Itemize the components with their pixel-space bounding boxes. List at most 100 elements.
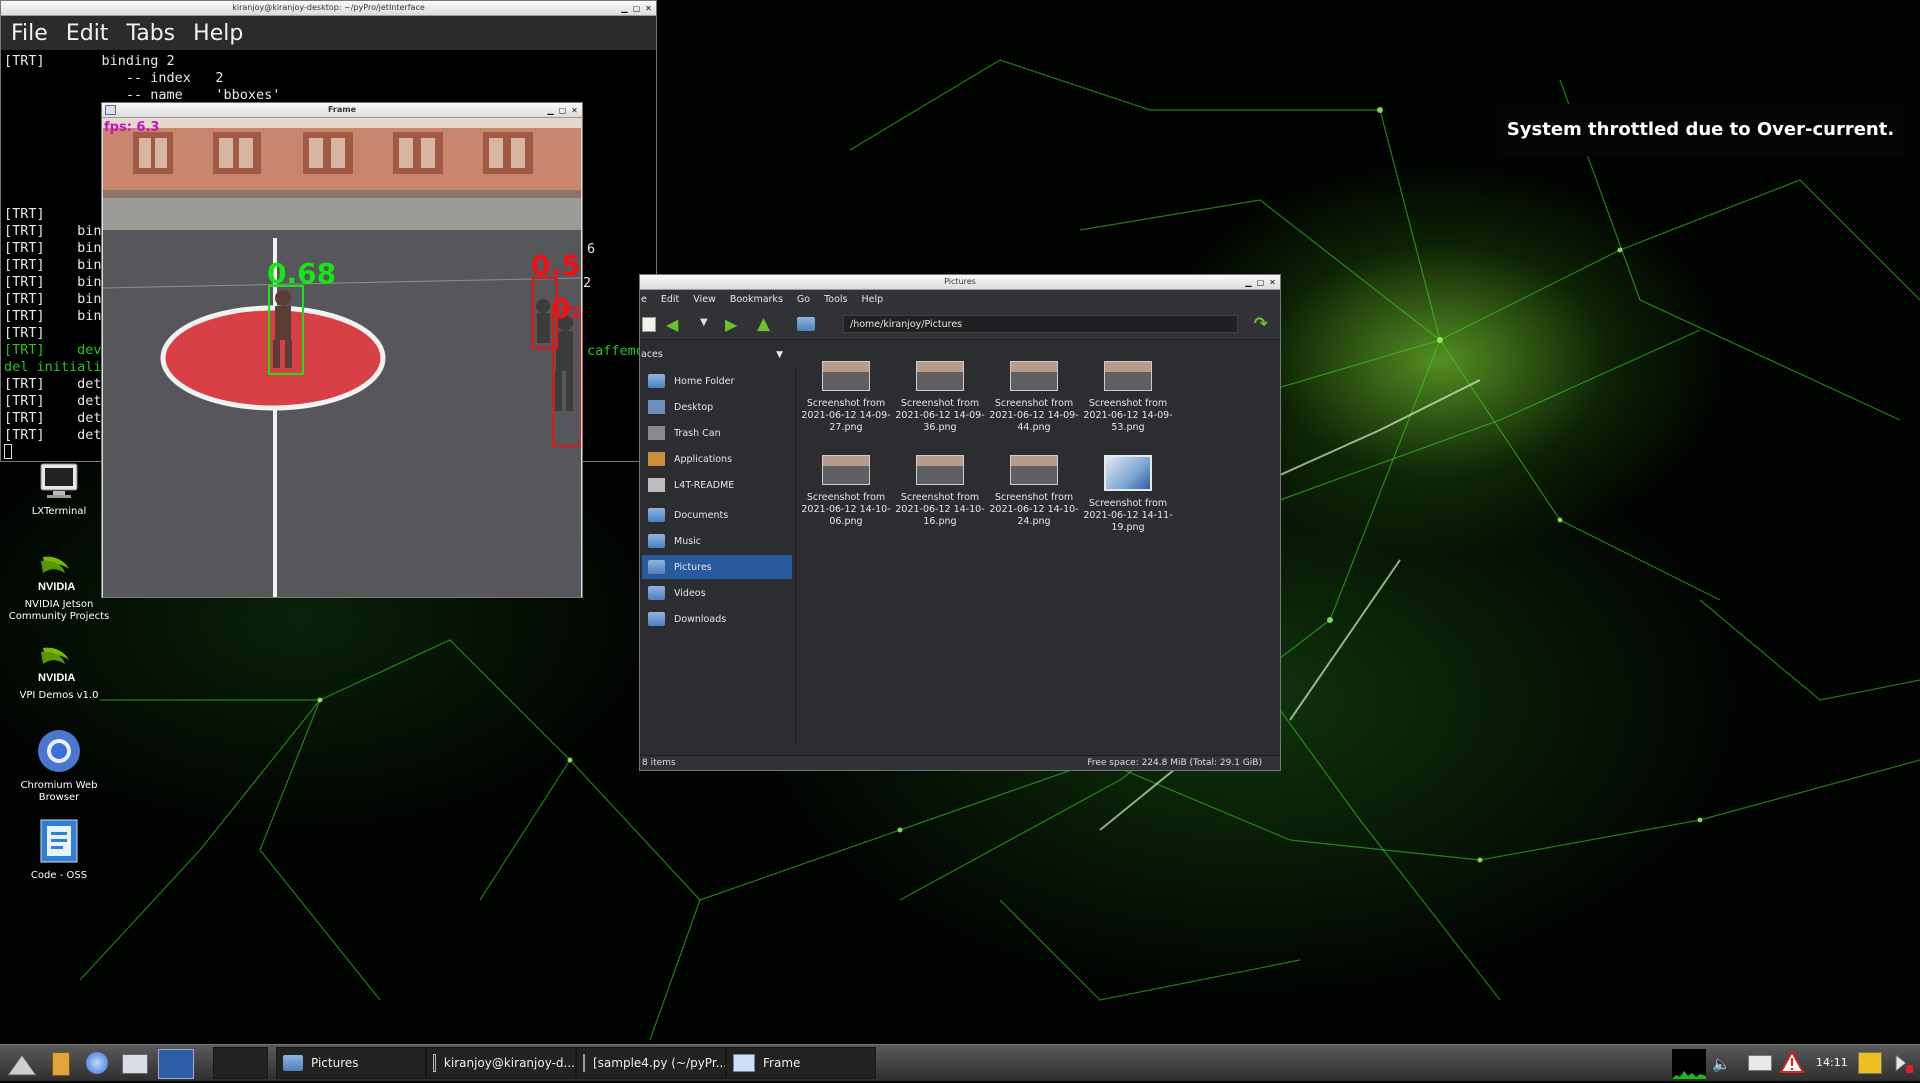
history-dropdown-icon[interactable]: ▼ <box>700 317 708 328</box>
clock[interactable]: 14:11 <box>1816 1056 1848 1069</box>
desktop-icon-lxterminal[interactable]: LXTerminal <box>4 462 114 518</box>
fps-label: fps: 6.3 <box>104 120 159 135</box>
sidebar-item-documents[interactable]: Documents <box>642 503 792 527</box>
taskbar-task[interactable] <box>213 1047 268 1079</box>
sidebar-item-applications[interactable]: Applications <box>642 447 792 471</box>
menu-go[interactable]: Go <box>797 294 810 305</box>
volume-icon[interactable]: 🔈 <box>1712 1055 1731 1073</box>
file-item[interactable]: Screenshot from 2021-06-12 14-09-27.png <box>801 361 891 434</box>
terminal-fragment: 2 <box>583 275 592 291</box>
places-sidebar: Home Folder Desktop Trash Can Applications L… <box>640 367 796 743</box>
nvidia-logo-text: NVIDIA <box>38 672 75 684</box>
sidebar-item-l4t-readme[interactable]: L4T-README <box>642 473 792 497</box>
taskbar-task-editor[interactable]: [sample4.py (~/pyPr... <box>576 1047 726 1079</box>
applications-icon <box>648 452 665 466</box>
window-menu-icon[interactable] <box>105 105 116 115</box>
close-icon[interactable]: ✕ <box>570 106 579 115</box>
menu-tools[interactable]: Tools <box>824 294 847 305</box>
frame-titlebar[interactable]: Frame ▁ ▢ ✕ <box>102 103 582 118</box>
show-desktop-icon[interactable] <box>122 1054 148 1074</box>
lock-screen-icon[interactable] <box>1858 1052 1882 1074</box>
menu-file[interactable]: File <box>11 21 48 46</box>
desktop-icon-vpi-demos[interactable]: NVIDIA VPI Demos v1.0 <box>4 644 114 702</box>
menu-tabs[interactable]: Tabs <box>126 21 175 46</box>
folder-icon <box>648 560 665 574</box>
up-icon[interactable]: ▲ <box>757 314 770 334</box>
close-icon[interactable]: ✕ <box>1268 278 1277 287</box>
sidebar-item-label: Music <box>674 535 702 547</box>
file-item[interactable]: Screenshot from 2021-06-12 14-11-19.png <box>1083 455 1173 534</box>
sidebar-item-pictures[interactable]: Pictures <box>642 555 792 579</box>
sidebar-item-home-folder[interactable]: Home Folder <box>642 369 792 393</box>
cpu-monitor-graph[interactable] <box>1672 1049 1706 1079</box>
warning-icon[interactable] <box>1779 1049 1805 1077</box>
taskbar-task-pictures[interactable]: Pictures <box>276 1047 426 1079</box>
sidebar-item-label: Applications <box>674 453 733 465</box>
maximize-icon[interactable]: ▢ <box>632 4 641 13</box>
notification-popup[interactable]: System throttled due to Over-current. <box>1496 104 1905 156</box>
sidebar-item-desktop[interactable]: Desktop <box>642 395 792 419</box>
close-icon[interactable]: ✕ <box>644 4 653 13</box>
file-name: Screenshot from 2021-06-12 14-10-24.png <box>989 492 1079 527</box>
text-editor-icon <box>583 1054 585 1072</box>
file-item[interactable]: Screenshot from 2021-06-12 14-09-36.png <box>895 361 985 434</box>
menu-view[interactable]: View <box>693 294 716 305</box>
sidebar-item-downloads[interactable]: Downloads <box>642 607 792 631</box>
sidebar-item-music[interactable]: Music <box>642 529 792 553</box>
file-item[interactable]: Screenshot from 2021-06-12 14-09-44.png <box>989 361 1079 434</box>
file-manager-window[interactable]: Pictures ▁ ▢ ✕ e Edit View Bookmarks Go … <box>639 274 1281 771</box>
sidebar-item-trash-can[interactable]: Trash Can <box>642 421 792 445</box>
workspace-switcher-icon[interactable] <box>158 1049 194 1079</box>
back-icon[interactable]: ◀ <box>666 315 678 334</box>
detection-label: 0.68 <box>267 257 336 290</box>
file-manager-title: Pictures <box>944 277 976 286</box>
home-folder-icon[interactable] <box>797 317 815 331</box>
minimize-icon[interactable]: ▁ <box>546 106 555 115</box>
terminal-titlebar[interactable]: kiranjoy@kiranjoy-desktop: ~/pyPro/jetIn… <box>1 1 656 16</box>
file-item[interactable]: Screenshot from 2021-06-12 14-10-06.png <box>801 455 891 528</box>
location-bar[interactable]: /home/kiranjoy/Pictures <box>843 315 1238 333</box>
network-icon[interactable] <box>1748 1055 1772 1071</box>
file-view: Screenshot from 2021-06-12 14-09-27.png S… <box>800 345 1276 743</box>
places-selector[interactable]: aces ▼ <box>640 345 795 365</box>
file-item[interactable]: Screenshot from 2021-06-12 14-10-16.png <box>895 455 985 528</box>
desktop-icon-nvidia-jetson[interactable]: NVIDIA NVIDIA Jetson Community Projects <box>4 553 114 623</box>
file-manager-titlebar[interactable]: Pictures ▁ ▢ ✕ <box>640 275 1280 290</box>
file-name: Screenshot from 2021-06-12 14-10-16.png <box>895 492 985 527</box>
taskbar-task-frame[interactable]: Frame <box>726 1047 876 1079</box>
file-manager-menubar: e Edit View Bookmarks Go Tools Help <box>640 290 1280 308</box>
taskbar: Pictures kiranjoy@kiranjoy-d... [sample4… <box>0 1044 1920 1081</box>
file-item[interactable]: Screenshot from 2021-06-12 14-09-53.png <box>1083 361 1173 434</box>
start-menu-icon[interactable] <box>4 1049 40 1077</box>
terminal-line: [TRT] binding 2 <box>4 53 175 69</box>
menu-bookmarks[interactable]: Bookmarks <box>730 294 783 305</box>
go-icon[interactable]: ↷ <box>1254 314 1268 334</box>
maximize-icon[interactable]: ▢ <box>1256 278 1265 287</box>
logout-icon[interactable] <box>1892 1051 1914 1075</box>
forward-icon[interactable]: ▶ <box>725 315 737 334</box>
menu-edit[interactable]: Edit <box>66 21 109 46</box>
desktop-icon-label: Chromium Web Browser <box>20 780 98 803</box>
image-thumbnail-icon <box>1104 455 1152 491</box>
menu-edit[interactable]: Edit <box>661 294 679 305</box>
taskbar-task-terminal[interactable]: kiranjoy@kiranjoy-d... <box>426 1047 576 1079</box>
desktop-icon-chromium[interactable]: Chromium Web Browser <box>4 728 114 804</box>
frame-window[interactable]: Frame ▁ ▢ ✕ 0.68 0.5 0. fps: 6.3 <box>101 102 583 598</box>
terminal-fragment: 6 <box>587 241 596 257</box>
desktop-icon-label: VPI Demos v1.0 <box>19 690 99 701</box>
minimize-icon[interactable]: ▁ <box>1244 278 1253 287</box>
browser-launcher-icon[interactable] <box>86 1052 108 1074</box>
desktop-icon-code-oss[interactable]: Code - OSS <box>4 818 114 882</box>
minimize-icon[interactable]: ▁ <box>620 4 629 13</box>
file-manager-launcher-icon[interactable] <box>52 1052 70 1076</box>
menu-help[interactable]: Help <box>861 294 883 305</box>
menu-help[interactable]: Help <box>193 21 243 46</box>
maximize-icon[interactable]: ▢ <box>558 106 567 115</box>
menu-file[interactable]: e <box>641 294 647 305</box>
file-item[interactable]: Screenshot from 2021-06-12 14-10-24.png <box>989 455 1079 528</box>
new-tab-icon[interactable] <box>642 317 656 332</box>
image-thumbnail-icon <box>822 361 870 391</box>
sidebar-item-label: Pictures <box>674 561 712 573</box>
terminal-title: kiranjoy@kiranjoy-desktop: ~/pyPro/jetIn… <box>232 3 425 12</box>
sidebar-item-videos[interactable]: Videos <box>642 581 792 605</box>
